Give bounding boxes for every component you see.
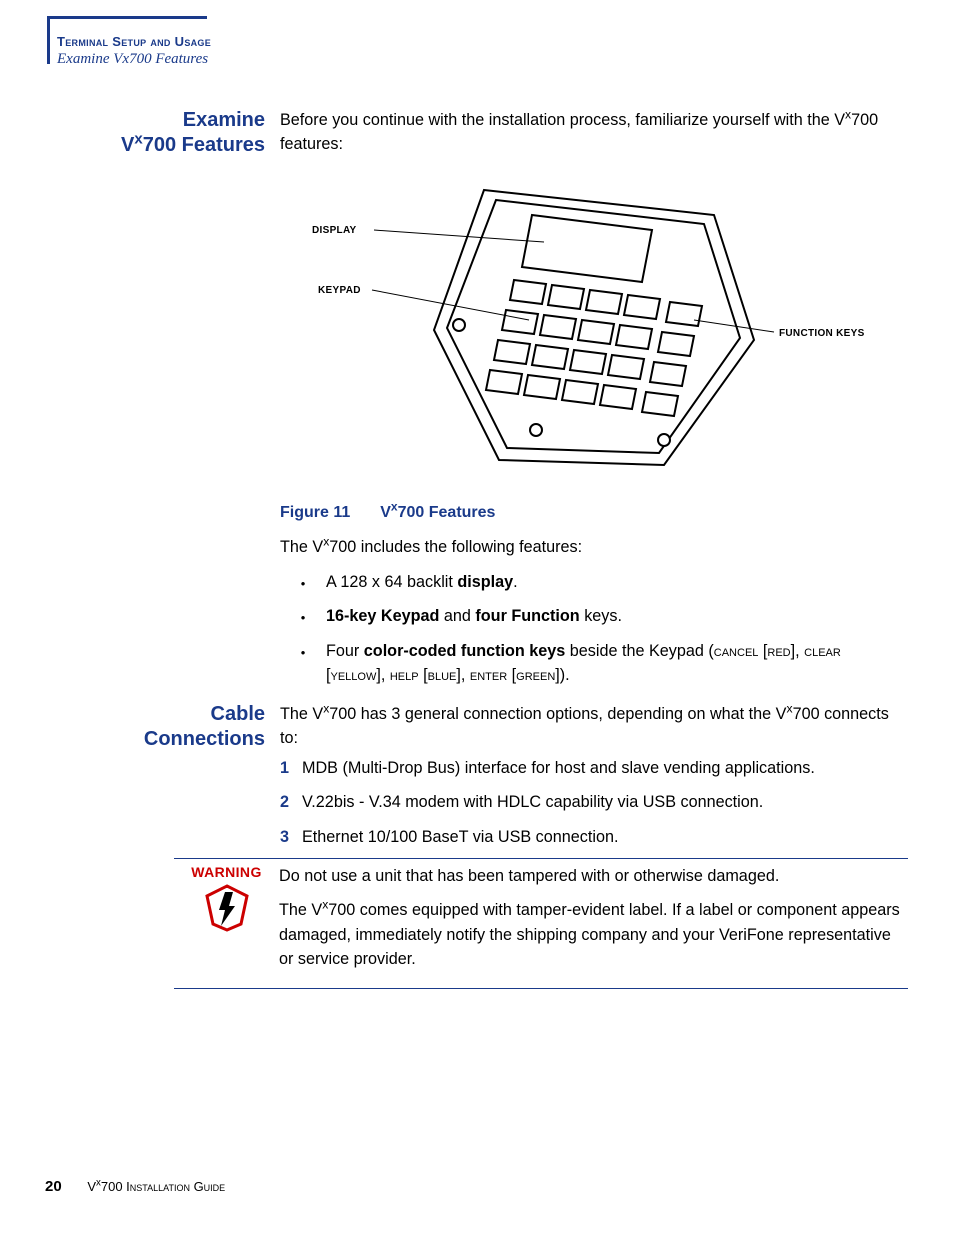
warning-p1: Do not use a unit that has been tampered… [279,864,908,888]
features-intro: The Vx700 includes the following feature… [280,538,908,557]
running-head-title: Terminal Setup and Usage [57,34,211,49]
page-number: 20 [45,1178,62,1195]
diagram-label-display: DISPLAY [312,225,357,236]
diagram-label-function-keys: FUNCTION KEYS [779,328,865,339]
bullet-keypad: • 16-key Keypad and four Function keys. [280,604,900,628]
diagram-label-keypad: KEYPAD [318,285,361,296]
warning-text: Do not use a unit that has been tampered… [279,864,908,981]
running-head: Terminal Setup and Usage Examine Vx700 F… [57,34,211,68]
page-footer: 20 Vx700 Installation Guide [45,1178,225,1195]
corner-mark-vertical [47,16,50,64]
warning-label: WARNING [174,864,279,880]
connection-list: 1MDB (Multi-Drop Bus) interface for host… [280,756,900,859]
footer-title: Vx700 Installation Guide [87,1179,225,1194]
section-examine: Examine Vx700 Features Before you contin… [63,108,908,158]
side-heading-cable: Cable Connections [63,702,280,752]
bullet-display: • A 128 x 64 backlit display. [280,570,900,594]
warning-rule-top [174,858,908,859]
feature-bullet-list: • A 128 x 64 backlit display. • 16-key K… [280,570,900,697]
cable-intro: The Vx700 has 3 general connection optio… [280,702,908,751]
figure-caption: Figure 11Vx700 Features [280,504,495,522]
warning-rule-bottom [174,988,908,989]
figure-device: DISPLAY KEYPAD FUNCTION KEYS [280,170,908,490]
warning-p2: The Vx700 comes equipped with tamper-evi… [279,898,908,971]
examine-intro: Before you continue with the installatio… [280,108,908,157]
warning-icon [205,884,249,932]
warning-block: WARNING Do not use a unit that has been … [174,864,908,981]
section-cable: Cable Connections The Vx700 has 3 genera… [63,702,908,752]
list-item: 3Ethernet 10/100 BaseT via USB connectio… [280,825,900,849]
list-item: 1MDB (Multi-Drop Bus) interface for host… [280,756,900,780]
side-heading-examine: Examine Vx700 Features [63,108,280,158]
bullet-function-keys: • Four color-coded function keys beside … [280,639,900,688]
corner-mark-horizontal [47,16,207,19]
list-item: 2V.22bis - V.34 modem with HDLC capabili… [280,790,900,814]
running-head-subtitle: Examine Vx700 Features [57,51,211,68]
